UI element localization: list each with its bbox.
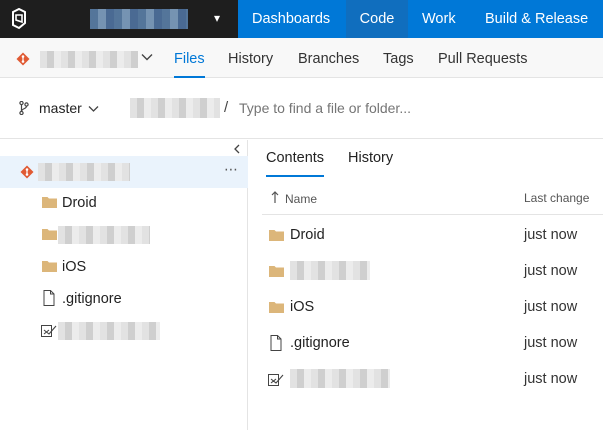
tree-item-label-redacted <box>58 226 150 244</box>
project-name-redacted <box>90 9 188 29</box>
path-separator: / <box>224 99 229 116</box>
collapse-panel-icon[interactable] <box>233 144 241 154</box>
vsts-logo[interactable] <box>0 0 38 38</box>
tab-pull-requests[interactable]: Pull Requests <box>438 38 527 78</box>
branch-selector[interactable]: master <box>39 100 82 116</box>
folder-icon <box>42 197 57 208</box>
chevron-down-icon[interactable] <box>88 105 99 113</box>
tree-item[interactable] <box>0 219 248 251</box>
git-repo-icon <box>20 165 34 179</box>
solution-file-icon <box>268 374 284 386</box>
column-header-last-change[interactable]: Last change <box>524 191 589 205</box>
tab-tags[interactable]: Tags <box>383 38 414 78</box>
git-repo-icon <box>16 52 30 66</box>
tree-item[interactable] <box>0 315 248 347</box>
tree-item-label: .gitignore <box>62 291 122 307</box>
table-row[interactable]: Droid just now <box>262 217 603 253</box>
folder-icon <box>269 302 284 313</box>
tree-item-label: iOS <box>62 259 87 275</box>
nav-dashboards[interactable]: Dashboards <box>252 0 330 38</box>
row-last-change: just now <box>524 335 578 351</box>
row-last-change: just now <box>524 263 578 279</box>
row-name[interactable]: iOS <box>290 299 314 315</box>
tree-item-label-redacted <box>58 322 160 340</box>
row-name-redacted[interactable] <box>290 369 390 388</box>
tree-item-label: Droid <box>62 195 97 211</box>
top-navigation-bar: ▾ Dashboards Code Work Build & Release <box>0 0 603 38</box>
row-last-change: just now <box>524 227 578 243</box>
column-header-name[interactable]: Name <box>285 192 317 206</box>
row-name-redacted[interactable] <box>290 261 370 280</box>
table-row[interactable]: just now <box>262 361 603 397</box>
project-selector[interactable]: ▾ <box>38 0 238 38</box>
file-search-input[interactable] <box>239 100 579 116</box>
table-row[interactable]: iOS just now <box>262 289 603 325</box>
path-bar: master / <box>0 78 603 139</box>
repo-root-name-redacted <box>38 163 130 181</box>
chevron-down-icon: ▾ <box>214 11 221 25</box>
file-icon <box>270 335 282 351</box>
row-name[interactable]: Droid <box>290 227 325 243</box>
tab-branches[interactable]: Branches <box>298 38 359 78</box>
file-icon <box>43 290 55 306</box>
branch-icon <box>19 101 29 115</box>
nav-code[interactable]: Code <box>346 0 408 38</box>
folder-icon <box>269 266 284 277</box>
chevron-down-icon[interactable] <box>141 53 153 62</box>
code-sub-navigation: Files History Branches Tags Pull Request… <box>0 38 603 78</box>
solution-file-icon <box>41 325 57 337</box>
row-last-change: just now <box>524 371 578 387</box>
repo-name-redacted[interactable] <box>40 51 138 68</box>
tab-content-history[interactable]: History <box>348 150 393 177</box>
more-options-icon[interactable]: ⋯ <box>224 161 238 178</box>
tree-root-repo[interactable]: ⋯ <box>0 156 248 188</box>
row-name[interactable]: .gitignore <box>290 335 350 351</box>
row-last-change: just now <box>524 299 578 315</box>
repo-path-redacted[interactable] <box>130 98 220 118</box>
file-tree: ⋯ Droid iOS .gitignore <box>0 140 248 430</box>
nav-work[interactable]: Work <box>422 0 456 38</box>
folder-icon <box>42 261 57 272</box>
tab-history[interactable]: History <box>228 38 273 78</box>
folder-icon <box>42 229 57 240</box>
tab-files[interactable]: Files <box>174 38 205 78</box>
sort-ascending-icon[interactable] <box>271 191 279 204</box>
header-divider <box>262 214 603 215</box>
folder-icon <box>269 230 284 241</box>
tree-item[interactable]: .gitignore <box>0 283 248 315</box>
nav-build-release[interactable]: Build & Release <box>485 0 588 38</box>
table-row[interactable]: .gitignore just now <box>262 325 603 361</box>
table-row[interactable]: just now <box>262 253 603 289</box>
tree-item[interactable]: Droid <box>0 187 248 219</box>
logo-icon <box>12 8 26 30</box>
tree-item[interactable]: iOS <box>0 251 248 283</box>
tab-contents[interactable]: Contents <box>266 150 325 177</box>
